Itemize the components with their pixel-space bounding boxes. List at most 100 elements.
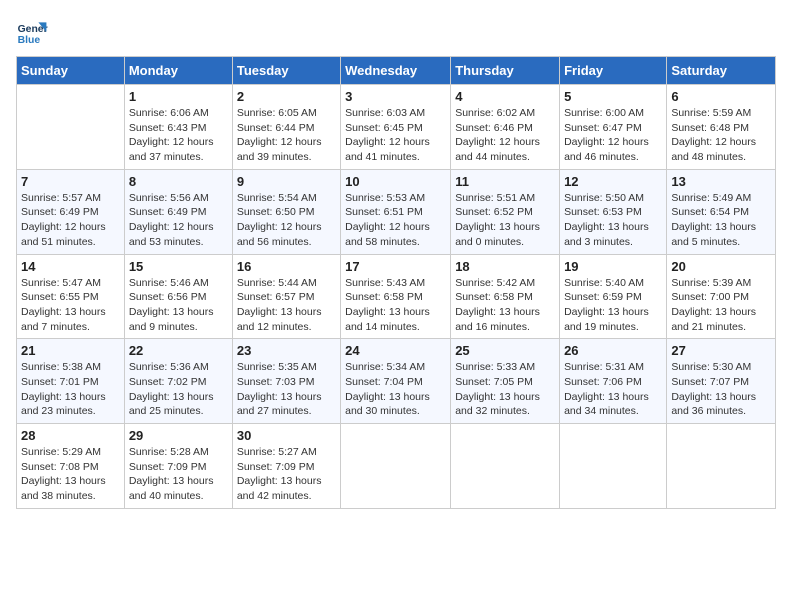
calendar-cell: 19 Sunrise: 5:40 AM Sunset: 6:59 PM Dayli…: [560, 254, 667, 339]
calendar-cell: 12 Sunrise: 5:50 AM Sunset: 6:53 PM Dayli…: [560, 169, 667, 254]
day-info: Sunrise: 5:34 AM Sunset: 7:04 PM Dayligh…: [345, 360, 446, 419]
calendar-cell: [17, 85, 125, 170]
calendar-cell: 29 Sunrise: 5:28 AM Sunset: 7:09 PM Dayli…: [124, 424, 232, 509]
day-info: Sunrise: 5:51 AM Sunset: 6:52 PM Dayligh…: [455, 191, 555, 250]
day-number: 27: [671, 343, 771, 358]
day-number: 19: [564, 259, 662, 274]
day-number: 3: [345, 89, 446, 104]
day-info: Sunrise: 5:40 AM Sunset: 6:59 PM Dayligh…: [564, 276, 662, 335]
day-info: Sunrise: 5:28 AM Sunset: 7:09 PM Dayligh…: [129, 445, 228, 504]
calendar-cell: [341, 424, 451, 509]
day-number: 5: [564, 89, 662, 104]
day-number: 4: [455, 89, 555, 104]
day-info: Sunrise: 5:59 AM Sunset: 6:48 PM Dayligh…: [671, 106, 771, 165]
day-info: Sunrise: 5:46 AM Sunset: 6:56 PM Dayligh…: [129, 276, 228, 335]
header: General Blue: [16, 16, 776, 48]
day-info: Sunrise: 5:54 AM Sunset: 6:50 PM Dayligh…: [237, 191, 336, 250]
day-number: 16: [237, 259, 336, 274]
day-info: Sunrise: 5:50 AM Sunset: 6:53 PM Dayligh…: [564, 191, 662, 250]
day-number: 24: [345, 343, 446, 358]
logo-icon: General Blue: [16, 16, 48, 48]
calendar-cell: 8 Sunrise: 5:56 AM Sunset: 6:49 PM Daylig…: [124, 169, 232, 254]
day-number: 25: [455, 343, 555, 358]
day-info: Sunrise: 5:36 AM Sunset: 7:02 PM Dayligh…: [129, 360, 228, 419]
calendar-cell: [667, 424, 776, 509]
day-number: 23: [237, 343, 336, 358]
day-info: Sunrise: 6:00 AM Sunset: 6:47 PM Dayligh…: [564, 106, 662, 165]
calendar-cell: 2Sunrise: 6:05 AM Sunset: 6:44 PM Daylig…: [232, 85, 340, 170]
calendar-cell: 27 Sunrise: 5:30 AM Sunset: 7:07 PM Dayli…: [667, 339, 776, 424]
day-info: Sunrise: 5:39 AM Sunset: 7:00 PM Dayligh…: [671, 276, 771, 335]
calendar-cell: 23 Sunrise: 5:35 AM Sunset: 7:03 PM Dayli…: [232, 339, 340, 424]
day-info: Sunrise: 5:42 AM Sunset: 6:58 PM Dayligh…: [455, 276, 555, 335]
day-info: Sunrise: 5:56 AM Sunset: 6:49 PM Dayligh…: [129, 191, 228, 250]
day-number: 12: [564, 174, 662, 189]
day-info: Sunrise: 5:53 AM Sunset: 6:51 PM Dayligh…: [345, 191, 446, 250]
day-number: 8: [129, 174, 228, 189]
calendar-cell: 24 Sunrise: 5:34 AM Sunset: 7:04 PM Dayli…: [341, 339, 451, 424]
day-info: Sunrise: 5:29 AM Sunset: 7:08 PM Dayligh…: [21, 445, 120, 504]
day-number: 13: [671, 174, 771, 189]
calendar-cell: 13 Sunrise: 5:49 AM Sunset: 6:54 PM Dayli…: [667, 169, 776, 254]
calendar-cell: 7Sunrise: 5:57 AM Sunset: 6:49 PM Daylig…: [17, 169, 125, 254]
day-number: 26: [564, 343, 662, 358]
calendar-cell: 18 Sunrise: 5:42 AM Sunset: 6:58 PM Dayli…: [451, 254, 560, 339]
calendar-cell: [451, 424, 560, 509]
day-number: 18: [455, 259, 555, 274]
day-number: 1: [129, 89, 228, 104]
calendar-cell: 3 Sunrise: 6:03 AM Sunset: 6:45 PM Daylig…: [341, 85, 451, 170]
calendar-cell: 11 Sunrise: 5:51 AM Sunset: 6:52 PM Dayli…: [451, 169, 560, 254]
day-info: Sunrise: 5:30 AM Sunset: 7:07 PM Dayligh…: [671, 360, 771, 419]
day-info: Sunrise: 6:06 AM Sunset: 6:43 PM Dayligh…: [129, 106, 228, 165]
day-info: Sunrise: 5:31 AM Sunset: 7:06 PM Dayligh…: [564, 360, 662, 419]
calendar-cell: 26 Sunrise: 5:31 AM Sunset: 7:06 PM Dayli…: [560, 339, 667, 424]
weekday-header-wednesday: Wednesday: [341, 57, 451, 85]
calendar-cell: 17 Sunrise: 5:43 AM Sunset: 6:58 PM Dayli…: [341, 254, 451, 339]
calendar-cell: 9 Sunrise: 5:54 AM Sunset: 6:50 PM Daylig…: [232, 169, 340, 254]
calendar-cell: 6 Sunrise: 5:59 AM Sunset: 6:48 PM Daylig…: [667, 85, 776, 170]
calendar-cell: 28Sunrise: 5:29 AM Sunset: 7:08 PM Dayli…: [17, 424, 125, 509]
svg-text:Blue: Blue: [18, 35, 41, 46]
day-info: Sunrise: 5:33 AM Sunset: 7:05 PM Dayligh…: [455, 360, 555, 419]
weekday-header-saturday: Saturday: [667, 57, 776, 85]
weekday-header-friday: Friday: [560, 57, 667, 85]
day-info: Sunrise: 6:03 AM Sunset: 6:45 PM Dayligh…: [345, 106, 446, 165]
day-info: Sunrise: 5:43 AM Sunset: 6:58 PM Dayligh…: [345, 276, 446, 335]
calendar-cell: 14 Sunrise: 5:47 AM Sunset: 6:55 PM Dayli…: [17, 254, 125, 339]
calendar-cell: 5 Sunrise: 6:00 AM Sunset: 6:47 PM Daylig…: [560, 85, 667, 170]
day-info: Sunrise: 6:05 AM Sunset: 6:44 PM Dayligh…: [237, 106, 336, 165]
calendar-cell: 21 Sunrise: 5:38 AM Sunset: 7:01 PM Dayli…: [17, 339, 125, 424]
day-number: 9: [237, 174, 336, 189]
day-info: Sunrise: 5:38 AM Sunset: 7:01 PM Dayligh…: [21, 360, 120, 419]
day-number: 21: [21, 343, 120, 358]
weekday-header-sunday: Sunday: [17, 57, 125, 85]
calendar-cell: 4 Sunrise: 6:02 AM Sunset: 6:46 PM Daylig…: [451, 85, 560, 170]
day-number: 29: [129, 428, 228, 443]
calendar-cell: 22 Sunrise: 5:36 AM Sunset: 7:02 PM Dayli…: [124, 339, 232, 424]
day-number: 14: [21, 259, 120, 274]
day-number: 30: [237, 428, 336, 443]
day-number: 6: [671, 89, 771, 104]
calendar-cell: 1 Sunrise: 6:06 AM Sunset: 6:43 PM Daylig…: [124, 85, 232, 170]
weekday-header-thursday: Thursday: [451, 57, 560, 85]
day-info: Sunrise: 5:27 AM Sunset: 7:09 PM Dayligh…: [237, 445, 336, 504]
logo: General Blue: [16, 16, 52, 48]
calendar-cell: [560, 424, 667, 509]
day-info: Sunrise: 6:02 AM Sunset: 6:46 PM Dayligh…: [455, 106, 555, 165]
weekday-header-monday: Monday: [124, 57, 232, 85]
day-number: 11: [455, 174, 555, 189]
day-number: 15: [129, 259, 228, 274]
calendar-cell: 16Sunrise: 5:44 AM Sunset: 6:57 PM Dayli…: [232, 254, 340, 339]
day-number: 10: [345, 174, 446, 189]
day-info: Sunrise: 5:35 AM Sunset: 7:03 PM Dayligh…: [237, 360, 336, 419]
calendar-cell: 30 Sunrise: 5:27 AM Sunset: 7:09 PM Dayli…: [232, 424, 340, 509]
day-info: Sunrise: 5:49 AM Sunset: 6:54 PM Dayligh…: [671, 191, 771, 250]
day-number: 22: [129, 343, 228, 358]
calendar-cell: 10 Sunrise: 5:53 AM Sunset: 6:51 PM Dayli…: [341, 169, 451, 254]
day-number: 20: [671, 259, 771, 274]
day-number: 17: [345, 259, 446, 274]
calendar-cell: 20 Sunrise: 5:39 AM Sunset: 7:00 PM Dayli…: [667, 254, 776, 339]
calendar-table: SundayMondayTuesdayWednesdayThursdayFrid…: [16, 56, 776, 509]
day-info: Sunrise: 5:47 AM Sunset: 6:55 PM Dayligh…: [21, 276, 120, 335]
calendar-cell: 25 Sunrise: 5:33 AM Sunset: 7:05 PM Dayli…: [451, 339, 560, 424]
